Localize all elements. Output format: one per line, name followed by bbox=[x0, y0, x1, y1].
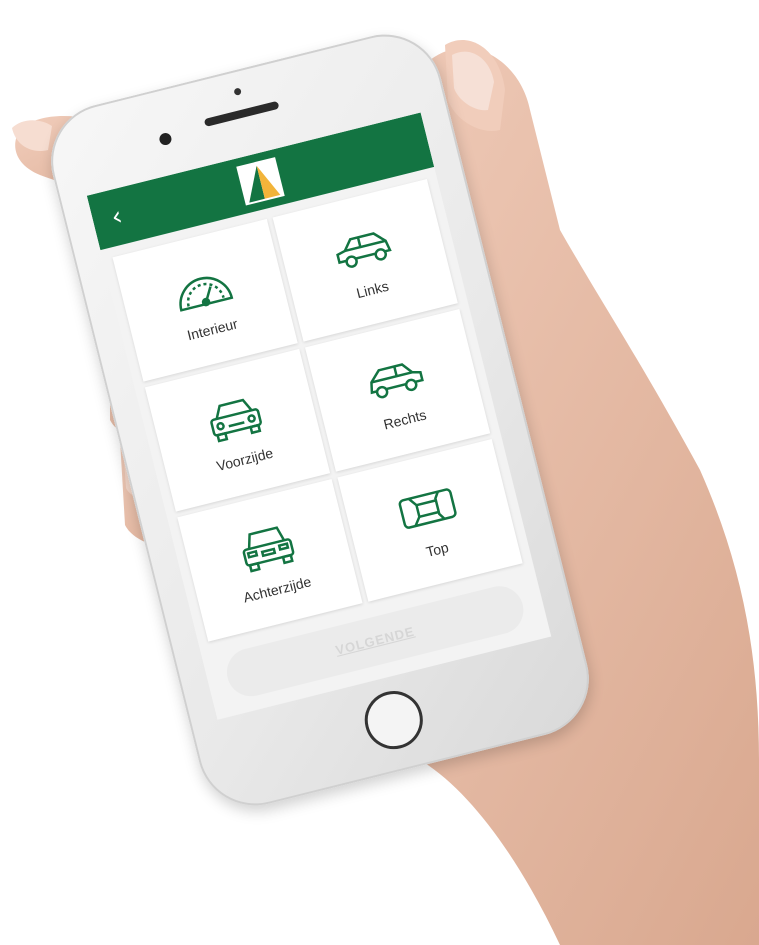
car-side-left-icon bbox=[335, 232, 392, 269]
speedometer-icon bbox=[178, 276, 233, 312]
car-rear-icon bbox=[242, 526, 294, 573]
brand-logo-icon bbox=[236, 157, 285, 206]
car-top-icon bbox=[398, 488, 457, 529]
car-side-right-icon bbox=[369, 363, 424, 399]
chevron-left-icon[interactable]: ‹ bbox=[100, 200, 134, 234]
car-front-icon bbox=[209, 398, 262, 443]
